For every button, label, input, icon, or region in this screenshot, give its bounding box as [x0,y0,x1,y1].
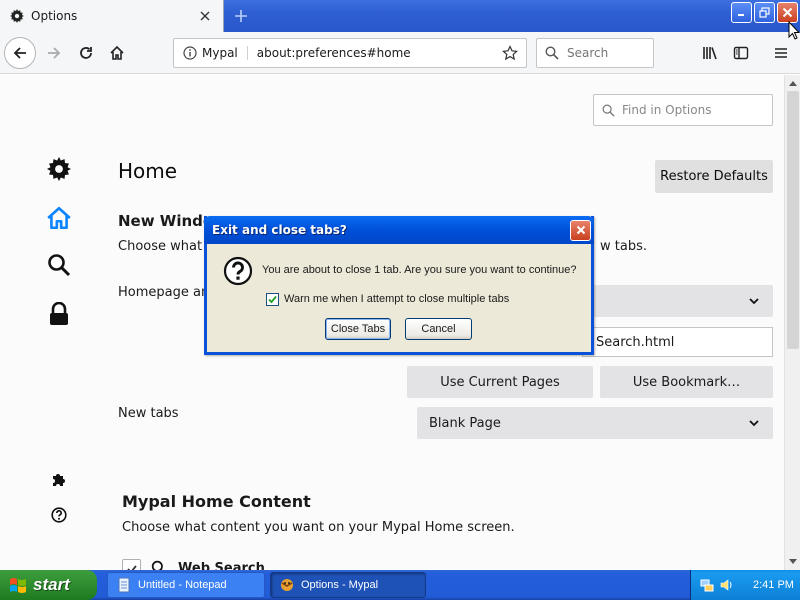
tab-label: Options [31,9,78,23]
taskbar-item-notepad[interactable]: Untitled - Notepad [107,572,265,598]
new-tabs-value: Blank Page [429,415,501,431]
close-tabs-label: Close Tabs [330,323,386,335]
gear-icon [9,8,25,24]
page-title: Home [118,159,178,183]
home-content-heading: Mypal Home Content [122,492,311,511]
taskbar-item-mypal[interactable]: Options - Mypal [270,572,426,598]
library-button[interactable] [694,37,726,69]
dialog-message: You are about to close 1 tab. Are you su… [262,264,577,276]
taskbar: start Untitled - Notepad Options - Mypal… [0,570,800,600]
restore-defaults-button[interactable]: Restore Defaults [655,160,773,193]
new-tab-button[interactable] [228,4,254,28]
web-search-label: Web Search [178,561,265,570]
clock[interactable]: 2:41 PM [753,579,794,591]
start-label: start [33,575,70,594]
homepage-url-input[interactable]: Search.html [582,327,773,357]
find-placeholder: Find in Options [622,103,712,117]
search-icon [150,559,168,570]
close-window-button[interactable] [777,2,798,23]
new-tabs-dropdown[interactable]: Blank Page [417,407,773,439]
new-windows-description: Choose what y [118,239,214,254]
homepage-label: Homepage and [118,285,218,300]
question-icon [223,256,253,286]
use-current-pages-button[interactable]: Use Current Pages [407,366,593,398]
warn-multiple-tabs-label[interactable]: Warn me when I attempt to close multiple… [284,293,509,305]
use-bookmark-button[interactable]: Use Bookmark… [600,366,773,398]
web-search-checkbox[interactable] [122,559,141,570]
restore-defaults-label: Restore Defaults [660,169,768,184]
site-identity-label[interactable]: Mypal [202,46,248,60]
close-tabs-button[interactable]: Close Tabs [325,318,391,340]
volume-icon[interactable] [719,577,735,593]
find-in-options-input[interactable]: Find in Options [593,94,773,126]
system-tray: 2:41 PM [690,570,800,600]
search-input[interactable] [567,46,647,60]
dialog-titlebar[interactable]: Exit and close tabs? [204,216,594,244]
close-tab-icon[interactable] [197,8,213,24]
search-icon [602,103,616,117]
chevron-down-icon [749,298,759,305]
category-addons-puzzle-icon[interactable] [45,465,73,493]
warn-multiple-tabs-checkbox[interactable] [266,293,279,306]
back-button[interactable] [4,37,36,69]
notepad-icon [118,577,130,593]
tab-options[interactable]: Options [0,0,224,32]
start-button[interactable]: start [0,570,97,600]
checkmark-icon [126,564,137,570]
new-windows-description-tail: w tabs. [600,239,647,254]
cancel-label: Cancel [421,323,456,335]
restore-button[interactable] [754,2,775,23]
windows-logo-icon [10,578,26,593]
mypal-app-icon [281,579,293,591]
info-icon[interactable] [183,46,197,60]
use-bookmark-label: Use Bookmark… [632,374,741,390]
homepage-url-value: Search.html [596,334,675,350]
bookmark-star-icon[interactable] [500,43,520,63]
home-content-description: Choose what content you want on your Myp… [122,520,515,535]
category-general-gear-icon[interactable] [45,155,73,183]
new-windows-tabs-heading: New Windo [118,212,214,230]
taskbar-item-label: Untitled - Notepad [138,579,227,591]
scroll-up-arrow-icon[interactable] [785,75,800,91]
use-current-pages-label: Use Current Pages [440,374,560,390]
dialog-close-button[interactable] [570,219,591,241]
forward-button[interactable] [38,37,70,69]
sidebar-toggle-button[interactable] [725,37,757,69]
category-search-icon[interactable] [45,251,73,279]
chevron-down-icon [749,418,759,428]
cancel-button[interactable]: Cancel [405,318,472,340]
url-bar[interactable]: Mypal about:preferences#home [173,38,527,68]
dialog-title: Exit and close tabs? [212,223,347,237]
scroll-down-arrow-icon[interactable] [785,554,800,570]
taskbar-item-label: Options - Mypal [301,579,379,591]
close-tabs-dialog: Exit and close tabs? You are about to cl… [204,216,594,355]
url-text[interactable]: about:preferences#home [257,46,500,60]
reload-button[interactable] [70,37,102,69]
network-icon[interactable] [699,577,715,593]
minimize-button[interactable] [731,2,752,23]
homepage-dropdown[interactable] [580,285,773,317]
tab-strip: Options [0,0,800,32]
new-tabs-label: New tabs [118,406,179,421]
category-home-icon[interactable] [45,204,73,232]
home-button[interactable] [101,37,133,69]
mouse-cursor-icon [788,21,800,40]
checkmark-icon [268,295,277,304]
scrollbar-thumb[interactable] [787,91,799,349]
category-privacy-lock-icon[interactable] [45,300,73,328]
hamburger-menu-button[interactable] [765,37,797,69]
vertical-scrollbar[interactable] [784,75,800,570]
category-support-help-icon[interactable] [45,501,73,529]
navigation-toolbar: Mypal about:preferences#home [0,32,800,74]
search-bar[interactable] [536,38,654,68]
search-icon [545,45,561,61]
